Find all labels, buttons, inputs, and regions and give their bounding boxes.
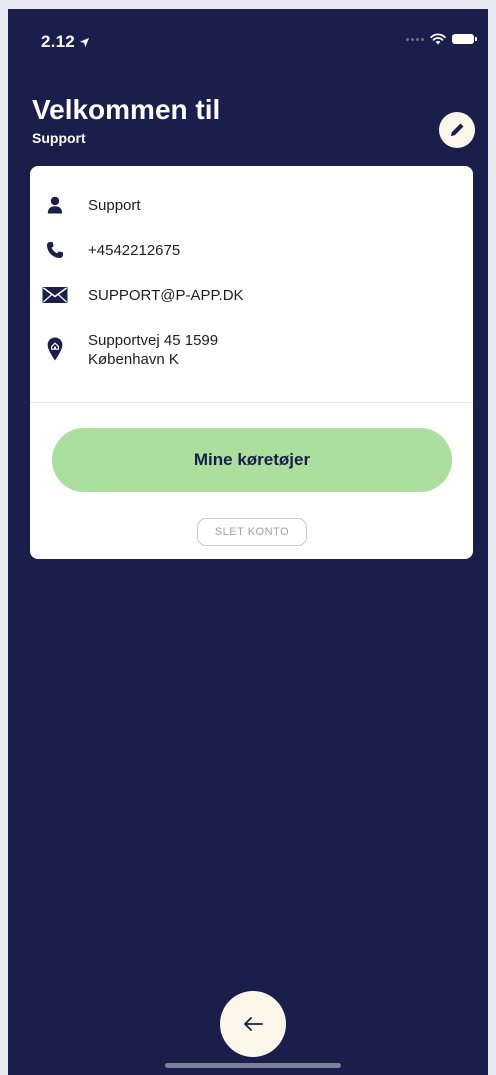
pencil-icon [451, 123, 464, 136]
battery-icon [452, 34, 477, 44]
my-vehicles-button[interactable]: Mine køretøjer [52, 428, 452, 492]
status-bar-time: 2.12 [41, 32, 90, 52]
address-row: Supportvej 45 1599 København K [40, 331, 218, 369]
name-row: Support [40, 196, 141, 215]
profile-email: SUPPORT@P-APP.DK [88, 287, 244, 304]
card-divider [30, 402, 473, 403]
status-bar-indicators [406, 33, 477, 45]
app-screen: 2.12 Velkommen til Support Support +4542… [8, 9, 488, 1075]
phone-icon [40, 241, 70, 259]
address-line-2: København K [88, 351, 179, 368]
profile-name: Support [88, 197, 141, 214]
location-arrow-icon [79, 37, 89, 47]
signal-icon [406, 37, 424, 41]
profile-card: Support +4542212675 SUPPORT@P-APP.DK Sup… [30, 166, 473, 559]
back-button[interactable] [220, 991, 286, 1057]
time-label: 2.12 [41, 32, 75, 51]
phone-row: +4542212675 [40, 241, 180, 260]
email-row: SUPPORT@P-APP.DK [40, 286, 244, 305]
home-indicator[interactable] [165, 1063, 341, 1068]
edit-profile-button[interactable] [439, 112, 475, 148]
person-icon [40, 196, 70, 214]
profile-address: Supportvej 45 1599 København K [88, 331, 218, 369]
envelope-icon [40, 286, 70, 304]
wifi-icon [430, 33, 446, 45]
page-subtitle: Support [32, 130, 86, 146]
delete-account-button[interactable]: SLET KONTO [197, 518, 307, 546]
address-line-1: Supportvej 45 1599 [88, 332, 219, 349]
arrow-left-icon [244, 1017, 263, 1031]
page-title: Velkommen til [32, 94, 221, 125]
map-pin-icon [40, 337, 70, 361]
profile-phone: +4542212675 [88, 242, 181, 259]
